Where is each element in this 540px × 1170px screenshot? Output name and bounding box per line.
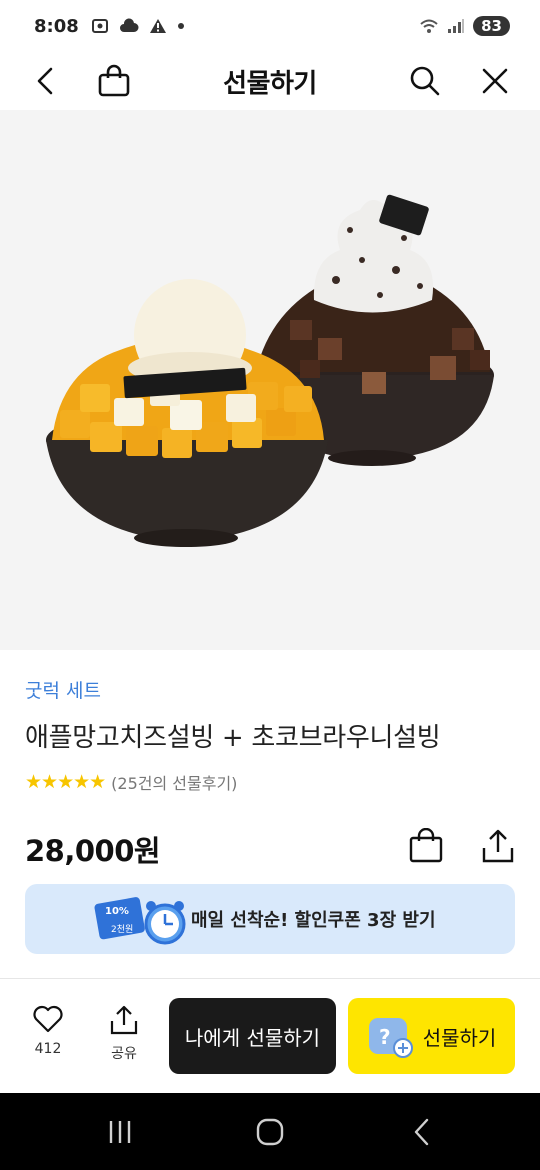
recent-apps-button[interactable] bbox=[100, 1115, 140, 1149]
close-icon bbox=[482, 68, 508, 94]
nav-bar: 선물하기 bbox=[0, 52, 540, 110]
friend-add-icon: ? bbox=[368, 1018, 413, 1058]
cart-bag-icon bbox=[409, 827, 443, 863]
product-info: 굿럭 세트 애플망고치즈설빙 + 초코브라우니설빙 ★★★★★ (25건의 선물… bbox=[25, 676, 515, 794]
product-category-link[interactable]: 굿럭 세트 bbox=[25, 676, 515, 703]
send-gift-label: 선물하기 bbox=[422, 1025, 497, 1050]
back-button[interactable] bbox=[23, 59, 67, 103]
coupon-clock-icon: 10% 2천원 bbox=[94, 897, 186, 945]
share-icon bbox=[110, 1005, 138, 1035]
svg-text:?: ? bbox=[379, 1025, 391, 1049]
dot-icon bbox=[177, 23, 184, 29]
status-bar: 8:08 83 bbox=[0, 0, 540, 52]
share-label: 공유 bbox=[111, 1046, 137, 1062]
wifi-icon bbox=[420, 19, 438, 33]
home-button[interactable] bbox=[250, 1115, 290, 1149]
status-time: 8:08 bbox=[34, 15, 79, 37]
recent-apps-icon bbox=[109, 1121, 131, 1143]
gift-to-self-button[interactable]: 나에게 선물하기 bbox=[169, 998, 336, 1074]
send-gift-button[interactable]: ? 선물하기 bbox=[348, 998, 515, 1074]
bingsu-illustration bbox=[46, 194, 494, 547]
search-button[interactable] bbox=[403, 59, 447, 103]
close-button[interactable] bbox=[473, 59, 517, 103]
warning-icon bbox=[149, 19, 166, 33]
price-actions bbox=[409, 827, 515, 868]
rating-row[interactable]: ★★★★★ (25건의 선물후기) bbox=[25, 770, 515, 794]
heart-icon bbox=[33, 1005, 63, 1033]
status-icons bbox=[91, 17, 185, 35]
battery-indicator: 83 bbox=[473, 16, 510, 36]
cloud-icon bbox=[119, 18, 139, 32]
status-right: 83 bbox=[419, 16, 510, 36]
screen-record-icon bbox=[91, 19, 108, 33]
coupon-badge-amount: 2천원 bbox=[111, 924, 133, 935]
system-back-button[interactable] bbox=[402, 1115, 442, 1149]
coupon-banner[interactable]: 10% 2천원 매일 선착순! 할인쿠폰 3장 받기 bbox=[25, 884, 515, 954]
share-product-button[interactable] bbox=[481, 828, 515, 868]
product-title: 애플망고치즈설빙 + 초코브라우니설빙 bbox=[25, 723, 441, 753]
review-count: (25건의 선물후기) bbox=[111, 774, 238, 793]
search-icon bbox=[410, 66, 440, 96]
product-price: 28,000원 bbox=[25, 834, 161, 868]
price-row: 28,000원 bbox=[25, 826, 515, 872]
share-button[interactable]: 공유 bbox=[94, 1005, 154, 1063]
share-icon bbox=[482, 829, 514, 863]
home-icon bbox=[256, 1118, 284, 1146]
shopping-bag-button[interactable] bbox=[92, 59, 136, 103]
system-nav-bar bbox=[0, 1093, 540, 1170]
like-button[interactable]: 412 bbox=[18, 1005, 78, 1057]
system-back-icon bbox=[414, 1118, 429, 1146]
signal-icon bbox=[448, 19, 465, 33]
rating-stars: ★★★★★ bbox=[25, 771, 106, 793]
gift-to-self-label: 나에게 선물하기 bbox=[184, 1025, 321, 1050]
like-count: 412 bbox=[34, 1041, 62, 1057]
product-image[interactable] bbox=[0, 110, 540, 650]
page-title: 선물하기 bbox=[223, 68, 317, 99]
add-to-cart-button[interactable] bbox=[409, 827, 443, 868]
coupon-text: 매일 선착순! 할인쿠폰 3장 받기 bbox=[191, 910, 436, 931]
bottom-action-bar: 412 공유 나에게 선물하기 ? 선물하기 bbox=[0, 979, 540, 1093]
status-left: 8:08 bbox=[34, 16, 185, 37]
back-arrow-icon bbox=[37, 67, 53, 95]
shopping-bag-icon bbox=[98, 64, 130, 97]
coupon-badge-percent: 10% bbox=[105, 906, 129, 917]
